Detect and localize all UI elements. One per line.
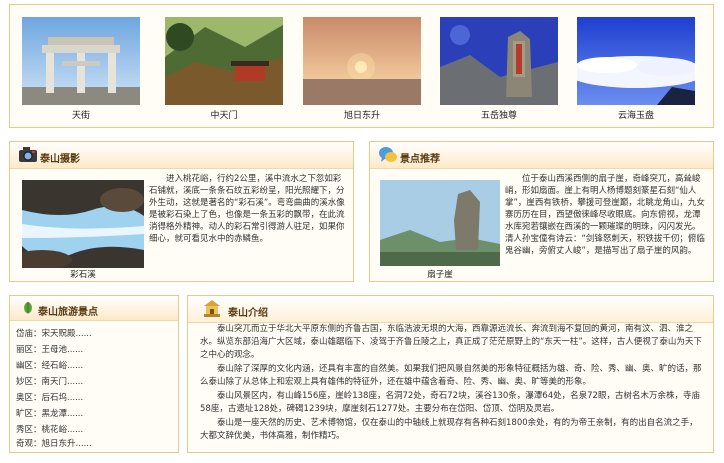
- photography-text: 进入桃花峪，行约2公里，溪中流水之下忽如彩石铺就，溪底一条条石纹五彩纷呈，阳光照…: [149, 174, 345, 244]
- sidebar-item[interactable]: 岱庙：宋天贶殿......: [16, 327, 92, 339]
- sidebar-item[interactable]: 幽区：经石峪......: [16, 359, 83, 371]
- gallery-caption: 五岳独尊: [480, 111, 517, 121]
- sidebar-item[interactable]: 旷区：黑龙潭......: [16, 407, 83, 419]
- gallery-item-sunrise[interactable]: 旭日东升: [303, 17, 421, 121]
- mountain-gate-photo[interactable]: [165, 17, 283, 105]
- paifang-gate-photo[interactable]: [22, 17, 140, 105]
- sidebar-item[interactable]: 丽区：王母池......: [16, 343, 83, 355]
- camera-icon: [19, 147, 37, 162]
- stone-tablet-photo[interactable]: [440, 17, 558, 105]
- gallery-panel: 天街 中天门 旭日东升 五岳独尊 云海玉盘: [9, 4, 714, 128]
- photography-panel: 泰山摄影 彩石溪 进入桃花峪，行约2公里，溪中流水之下忽如彩石铺就，溪底一条条石…: [9, 141, 354, 282]
- sunrise-photo[interactable]: [303, 17, 421, 105]
- temple-icon: [204, 300, 220, 317]
- intro-paragraph: 泰山风景区内，有山峰156座，崖岭138座，名洞72处，奇石72块，溪谷130条…: [200, 391, 700, 414]
- gallery-caption: 中天门: [210, 111, 238, 121]
- recommended-spot-panel: 景点推荐 扇子崖 位于泰山西溪西侧的扇子崖，奇峰突兀，高耸峻峭，形如扇面。崖上有…: [369, 141, 714, 282]
- intro-body: 泰山突兀而立于华北大平原东侧的齐鲁古国，东临浩波无垠的大海，西靠源远流长、奔流到…: [200, 323, 705, 444]
- intro-title: 泰山介绍: [228, 308, 268, 319]
- gallery-item-tianjie[interactable]: 天街: [22, 17, 140, 121]
- star-leaf-icon: [24, 301, 32, 314]
- gallery-item-yunhai[interactable]: 云海玉盘: [577, 17, 695, 121]
- gallery-caption: 天街: [71, 111, 90, 121]
- scenic-spots-sidebar: 泰山旅游景点 岱庙：宋天贶殿...... 丽区：王母池...... 幽区：经石峪…: [9, 295, 179, 453]
- scenic-spots-title: 泰山旅游景点: [38, 307, 98, 318]
- gallery-caption: 云海玉盘: [617, 111, 654, 121]
- gallery-caption: 旭日东升: [343, 111, 380, 121]
- sidebar-item[interactable]: 妙区：南天门......: [16, 375, 83, 387]
- photography-title: 泰山摄影: [40, 154, 80, 165]
- intro-paragraph: 泰山除了深厚的文化内涵，还具有丰富的自然美。如果我们把风景自然美的形象特征概括为…: [200, 364, 702, 387]
- intro-paragraph: 泰山是一座天然的历史、艺术博物馆，仅在泰山的中轴线上就现存有各种石刻1800余处…: [200, 418, 698, 441]
- sea-of-clouds-photo[interactable]: [577, 17, 695, 105]
- sidebar-item[interactable]: 秀区：桃花峪......: [16, 423, 83, 435]
- intro-paragraph: 泰山突兀而立于华北大平原东侧的齐鲁古国，东临浩波无垠的大海，西靠源远流长、奔流到…: [200, 324, 702, 360]
- sidebar-item[interactable]: 奥区：后石坞......: [16, 391, 83, 403]
- scenic-spots-header: 泰山旅游景点: [10, 296, 178, 321]
- intro-header: 泰山介绍: [188, 296, 713, 323]
- recommended-spot-header: 景点推荐: [370, 142, 713, 169]
- gallery-item-wuyuedizun[interactable]: 五岳独尊: [440, 17, 558, 121]
- photography-header: 泰山摄影: [10, 142, 353, 169]
- speech-bubble-icon: [379, 147, 397, 162]
- caishixi-caption: 彩石溪: [70, 270, 96, 280]
- recommended-spot-title: 景点推荐: [400, 154, 440, 165]
- gallery-item-zhongtianmen[interactable]: 中天门: [165, 17, 283, 121]
- shanziya-caption: 扇子崖: [427, 270, 453, 280]
- caishixi-photo[interactable]: [22, 180, 144, 268]
- taishan-intro-panel: 泰山介绍 泰山突兀而立于华北大平原东侧的齐鲁古国，东临浩波无垠的大海，西靠源远流…: [187, 295, 714, 453]
- shanziya-photo[interactable]: [380, 180, 500, 266]
- sidebar-item[interactable]: 奇观：旭日东升......: [16, 437, 92, 449]
- recommended-spot-text: 位于泰山西溪西侧的扇子崖，奇峰突兀，高耸峻峭，形如扇面。崖上有明人杨博题刻篆星石…: [505, 174, 705, 256]
